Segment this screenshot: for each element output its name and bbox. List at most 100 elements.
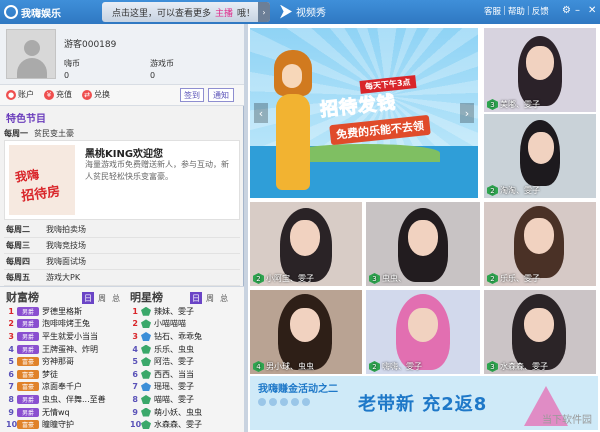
featured-program-card[interactable]: 我嗨 招待房 黑桃KING欢迎您 海量游戏币免费赠送新人，参与互动，新人贫民轻松… xyxy=(4,140,240,220)
anchor-tile[interactable]: 3 水森森、雯子 xyxy=(484,290,596,374)
star-rank-row[interactable]: 8 喵喵、雯子 xyxy=(130,393,248,406)
rank-badge-icon: 男爵 xyxy=(17,319,39,329)
rank-badge-icon: 男爵 xyxy=(17,344,39,354)
tab-week[interactable]: 周 xyxy=(96,292,108,304)
tab-total[interactable]: 总 xyxy=(110,292,122,304)
rank-anchor-name: 喵喵、雯子 xyxy=(154,394,194,404)
settings-icon[interactable]: ⚙ xyxy=(562,4,571,18)
account-icon: ● xyxy=(6,89,16,100)
recharge-button[interactable]: ¥ 充值 xyxy=(44,89,72,100)
anchor-promo-banner[interactable]: 点击这里，可以查看更多 主播 哦！ › xyxy=(102,2,270,22)
star-rank-row[interactable]: 7 瑶瑶、雯子 xyxy=(130,381,248,394)
schedule-program: 我嗨拍卖场 xyxy=(46,225,86,234)
rank-anchor-name: 水森森、雯子 xyxy=(154,420,202,430)
star-rank-row[interactable]: 9 萌小妖、虫虫 xyxy=(130,406,248,419)
menu-help[interactable]: 帮助 xyxy=(508,5,525,17)
rank-number: 6 xyxy=(132,369,138,379)
exchange-button[interactable]: ⇄ 兑换 xyxy=(82,89,110,100)
anchor-tile[interactable]: 4 男小球、虫虫 xyxy=(250,290,362,374)
schedule-day: 每周五 xyxy=(6,273,30,282)
promo-carousel[interactable]: 每天下午3点 招待发钱 免费的乐能不去领 ‹ › xyxy=(250,28,478,198)
action-bar: ● 账户 ¥ 充值 ⇄ 兑换 签到 通知 xyxy=(0,84,244,106)
star-level-icon xyxy=(141,382,151,392)
notice-button[interactable]: 通知 xyxy=(208,88,234,102)
anchor-label: 2 淘淘、雯子 xyxy=(487,185,540,196)
star-rank-row[interactable]: 2 小喵喵喵 xyxy=(130,318,248,331)
activity-banner[interactable]: 我嗨赚金活动之二 老带新 充2返8 当下软件园 xyxy=(250,376,598,430)
rank-number: 7 xyxy=(132,382,138,392)
tab-total[interactable]: 总 xyxy=(218,292,230,304)
signin-button[interactable]: 签到 xyxy=(180,88,204,102)
wealth-rank-row[interactable]: 4 男爵 王牌蛋神、炸明 xyxy=(6,343,124,356)
decor-dot xyxy=(280,398,288,406)
wealth-rank-row[interactable]: 10 富豪 瞳瞳守护 xyxy=(6,418,124,431)
anchor-tile[interactable]: 3 虫虫、 xyxy=(366,202,480,286)
game-coins-label: 游戏币 xyxy=(150,59,174,68)
star-rank-row[interactable]: 5 阿浩、雯子 xyxy=(130,355,248,368)
app-name: 我嗨娱乐 xyxy=(21,8,61,20)
schedule-row[interactable]: 每周三 我嗨竞技场 xyxy=(4,238,240,254)
user-profile: 游客000189 嗨币 0 游戏币 0 xyxy=(0,24,244,84)
tab-day[interactable]: 日 xyxy=(82,292,94,304)
tab-week[interactable]: 周 xyxy=(204,292,216,304)
carousel-next-icon[interactable]: › xyxy=(460,103,474,123)
video-show-tab[interactable]: 视频秀 xyxy=(280,4,326,19)
exchange-icon: ⇄ xyxy=(82,89,92,100)
rank-username: 凉面奉千户 xyxy=(42,382,82,392)
star-rank-row[interactable]: 1 辣妹、雯子 xyxy=(130,305,248,318)
avatar-head xyxy=(24,40,40,56)
star-rank-row[interactable]: 6 西西、当当 xyxy=(130,368,248,381)
anchor-name: 乐乐、雯子 xyxy=(500,274,540,283)
tab-day[interactable]: 日 xyxy=(190,292,202,304)
star-level-icon xyxy=(141,357,151,367)
anchor-tile[interactable]: 3 美嘟、雯子 xyxy=(484,28,596,112)
featured-program-image: 我嗨 招待房 xyxy=(9,145,75,215)
star-rank-row[interactable]: 4 乐乐、虫虫 xyxy=(130,343,248,356)
anchor-tile[interactable]: 2 乐乐、雯子 xyxy=(484,202,596,286)
anchor-face xyxy=(528,132,554,164)
anchor-label: 2 乐乐、雯子 xyxy=(487,273,540,284)
avatar[interactable] xyxy=(6,29,56,79)
wealth-rank-row[interactable]: 2 男爵 泡啡啡烤王兔 xyxy=(6,318,124,331)
anchor-tile[interactable]: 2 小阿宝、雯子 xyxy=(250,202,362,286)
star-ranking: 明星榜 日 周 总 1 辣妹、雯子 2 小喵喵喵 3 钻石、乖乖兔 4 乐乐、虫虫 5 阿浩、雯子… xyxy=(130,289,248,431)
schedule-row[interactable]: 每周二 我嗨拍卖场 xyxy=(4,222,240,238)
wealth-rank-row[interactable]: 3 男爵 平生就爱小当当 xyxy=(6,330,124,343)
anchor-name: 小阿宝、雯子 xyxy=(266,274,314,283)
star-rank-row[interactable]: 10 水森森、雯子 xyxy=(130,418,248,431)
menu-customer-service[interactable]: 客服 xyxy=(484,5,501,17)
anchor-tile[interactable]: 2 嗨嗨、雯子 xyxy=(366,290,480,374)
coins-value: 0 xyxy=(64,71,70,80)
promo-arrow-icon[interactable]: › xyxy=(258,2,270,22)
star-level-icon xyxy=(141,394,151,404)
minimize-icon[interactable]: – xyxy=(575,4,580,18)
rank-badge-icon: 富豪 xyxy=(17,357,39,367)
rank-badge-icon: 富豪 xyxy=(17,420,39,430)
anchor-tile[interactable]: 2 淘淘、雯子 xyxy=(484,114,596,198)
rank-anchor-name: 阿浩、雯子 xyxy=(154,357,194,367)
schedule-row[interactable]: 每周五 游戏大PK xyxy=(4,270,240,286)
schedule-row[interactable]: 每周四 我嗨面试场 xyxy=(4,254,240,270)
carousel-prev-icon[interactable]: ‹ xyxy=(254,103,268,123)
level-icon: 2 xyxy=(487,185,498,196)
menu-feedback[interactable]: 反馈 xyxy=(532,5,549,17)
featured-program-title: 黑桃KING欢迎您 xyxy=(85,149,164,160)
wealth-rank-row[interactable]: 8 男爵 虫虫、伴舞...至善 xyxy=(6,393,124,406)
wealth-rank-row[interactable]: 9 男爵 无情wq xyxy=(6,406,124,419)
activity-title: 我嗨赚金活动之二 xyxy=(258,384,338,395)
anchor-label: 4 男小球、虫虫 xyxy=(253,361,314,372)
wealth-rank-row[interactable]: 7 富豪 凉面奉千户 xyxy=(6,381,124,394)
rank-username: 无情wq xyxy=(42,407,70,417)
anchor-face xyxy=(524,218,554,254)
star-level-icon xyxy=(141,319,151,329)
wealth-rank-row[interactable]: 6 富豪 梦徒 xyxy=(6,368,124,381)
star-rank-row[interactable]: 3 钻石、乖乖兔 xyxy=(130,330,248,343)
rank-username: 虫虫、伴舞...至善 xyxy=(42,394,106,404)
rank-badge-icon: 富豪 xyxy=(17,382,39,392)
wealth-rank-row[interactable]: 1 男爵 罗德里格斯 xyxy=(6,305,124,318)
close-icon[interactable]: ✕ xyxy=(588,4,596,18)
account-button[interactable]: ● 账户 xyxy=(6,89,34,100)
rank-number: 10 xyxy=(6,420,18,430)
wealth-rank-row[interactable]: 5 富豪 穷神那哥 xyxy=(6,355,124,368)
featured-day-row[interactable]: 每周一 贫民变土豪 xyxy=(4,126,240,140)
